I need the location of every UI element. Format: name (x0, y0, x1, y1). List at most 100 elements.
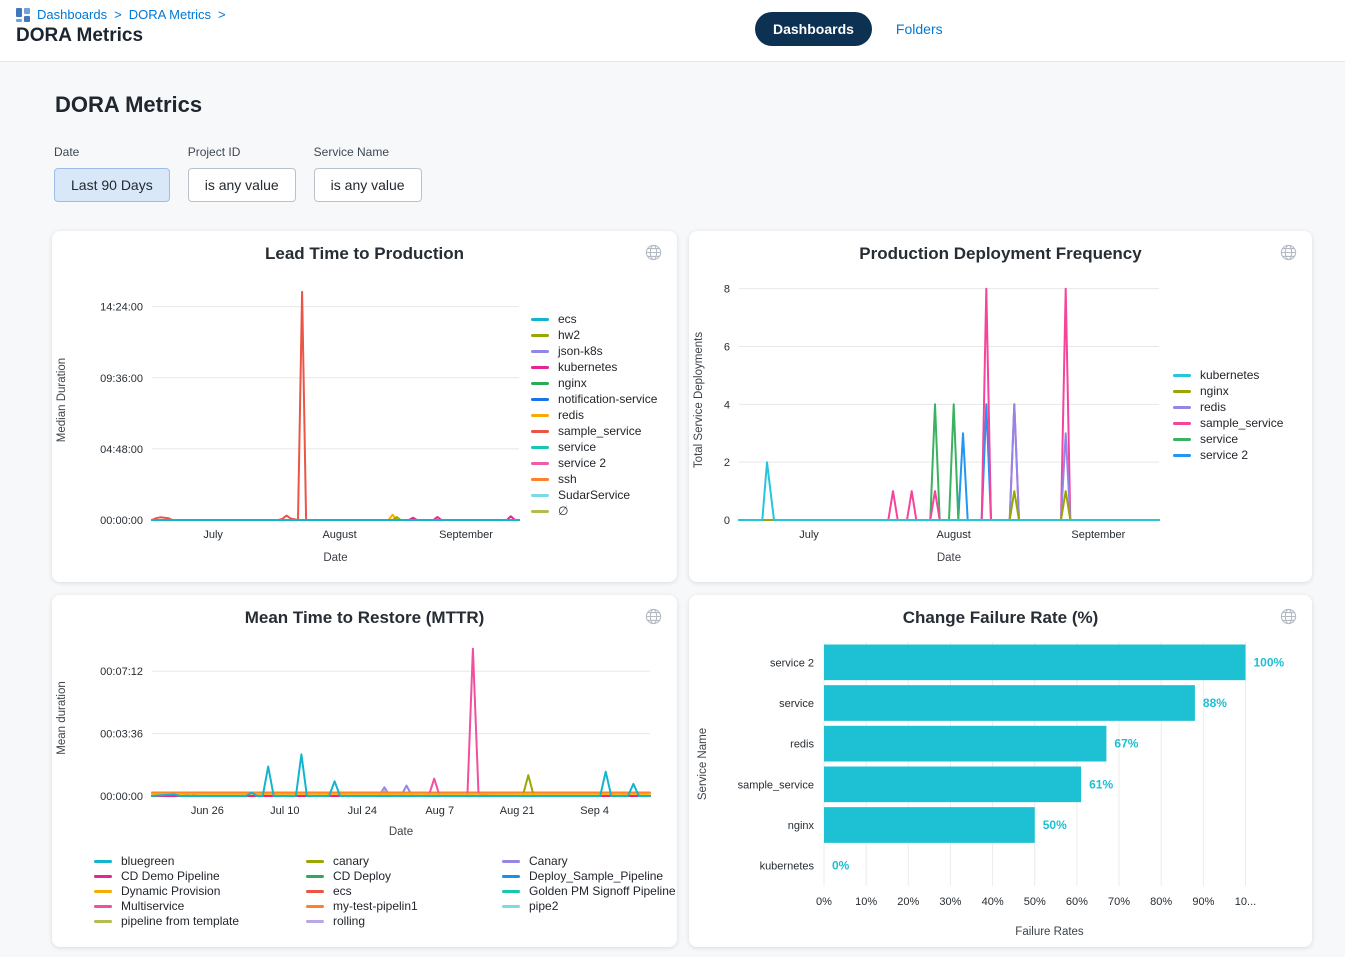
legend-label: redis (1200, 400, 1226, 415)
legend-item-bluegreen[interactable]: bluegreen (94, 854, 306, 869)
tab-folders[interactable]: Folders (896, 21, 943, 37)
change-failure-rate-chart-canvas[interactable]: 0%10%20%30%40%50%60%70%80%90%10...servic… (693, 628, 1293, 940)
legend-item-kubernetes[interactable]: kubernetes (531, 360, 657, 375)
legend-label: hw2 (558, 328, 580, 343)
svg-text:8: 8 (724, 284, 730, 296)
legend-item-deploy-sample-pipeline[interactable]: Deploy_Sample_Pipeline (502, 869, 677, 884)
svg-text:100%: 100% (1253, 655, 1284, 669)
globe-icon (1279, 243, 1298, 262)
breadcrumb-dora-metrics-link[interactable]: DORA Metrics (129, 7, 211, 22)
legend-item-dynamic-provision[interactable]: Dynamic Provision (94, 884, 306, 899)
breadcrumb-separator: > (218, 7, 226, 22)
mttr-chart-canvas[interactable]: 00:00:0000:03:3600:07:12Jun 26Jul 10Jul … (52, 628, 660, 840)
svg-text:Mean duration: Mean duration (56, 681, 68, 755)
svg-text:6: 6 (724, 342, 730, 354)
legend-item-golden-pm-signoff-pipeline[interactable]: Golden PM Signoff Pipeline (502, 884, 677, 899)
legend-item-canary[interactable]: canary (306, 854, 502, 869)
legend-swatch (531, 350, 549, 353)
legend-item--[interactable]: ∅ (531, 504, 657, 519)
tab-dashboards[interactable]: Dashboards (755, 12, 872, 46)
legend-item-ecs[interactable]: ecs (306, 884, 502, 899)
svg-text:10%: 10% (855, 896, 877, 908)
legend-item-pipe2[interactable]: pipe2 (502, 899, 677, 914)
legend-swatch (306, 890, 324, 893)
legend-swatch (306, 875, 324, 878)
legend-item-sample-service[interactable]: sample_service (531, 424, 657, 439)
service-name-filter-chip[interactable]: is any value (314, 168, 422, 202)
svg-text:nginx: nginx (788, 820, 815, 832)
legend-item-hw2[interactable]: hw2 (531, 328, 657, 343)
svg-text:09:36:00: 09:36:00 (100, 373, 143, 385)
legend-item-kubernetes[interactable]: kubernetes (1173, 368, 1283, 383)
legend-item-notification-service[interactable]: notification-service (531, 392, 657, 407)
lead-time-chart-legend: ecshw2json-k8skubernetesnginxnotificatio… (531, 312, 657, 519)
deployment-frequency-chart-legend: kubernetesnginxredissample_serviceservic… (1173, 368, 1283, 463)
legend-item-canary[interactable]: Canary (502, 854, 677, 869)
filter-bar: Date Last 90 Days Project ID is any valu… (54, 145, 1312, 202)
charts-grid: Lead Time to Production 00:00:0004:48:00… (52, 231, 1312, 947)
legend-swatch (94, 890, 112, 893)
svg-text:August: August (937, 529, 971, 541)
legend-label: Canary (529, 854, 568, 869)
svg-text:50%: 50% (1024, 896, 1046, 908)
legend-label: CD Demo Pipeline (121, 869, 220, 884)
legend-label: nginx (558, 376, 587, 391)
legend-swatch (1173, 454, 1191, 457)
svg-text:Jun 26: Jun 26 (191, 805, 224, 817)
legend-item-pipeline-from-template[interactable]: pipeline from template (94, 914, 306, 929)
lead-time-chart-canvas[interactable]: 00:00:0004:48:0009:36:0014:24:00JulyAugu… (52, 264, 527, 566)
legend-item-nginx[interactable]: nginx (1173, 384, 1283, 399)
legend-label: ∅ (558, 504, 568, 519)
deployment-frequency-chart-canvas[interactable]: 02468JulyAugustSeptemberDateTotal Servic… (689, 264, 1169, 566)
legend-item-my-test-pipelin1[interactable]: my-test-pipelin1 (306, 899, 502, 914)
topbar: Dashboards > DORA Metrics > DORA Metrics… (0, 0, 1345, 62)
change-failure-rate-chart-title: Change Failure Rate (%) (689, 608, 1312, 628)
legend-label: ecs (333, 884, 352, 899)
filter-service-name: Service Name is any value (314, 145, 422, 202)
legend-label: CD Deploy (333, 869, 391, 884)
legend-item-ecs[interactable]: ecs (531, 312, 657, 327)
legend-swatch (94, 920, 112, 923)
date-filter-chip[interactable]: Last 90 Days (54, 168, 170, 202)
legend-item-nginx[interactable]: nginx (531, 376, 657, 391)
svg-text:10...: 10... (1235, 896, 1256, 908)
window-title: DORA Metrics (16, 25, 1329, 47)
svg-text:00:00:00: 00:00:00 (100, 515, 143, 527)
svg-text:30%: 30% (939, 896, 961, 908)
legend-item-service-2[interactable]: service 2 (1173, 448, 1283, 463)
svg-text:14:24:00: 14:24:00 (100, 302, 143, 314)
legend-label: rolling (333, 914, 365, 929)
legend-item-cd-demo-pipeline[interactable]: CD Demo Pipeline (94, 869, 306, 884)
legend-label: sample_service (1200, 416, 1283, 431)
legend-swatch (531, 494, 549, 497)
legend-item-redis[interactable]: redis (531, 408, 657, 423)
svg-text:redis: redis (790, 739, 814, 751)
legend-item-sample-service[interactable]: sample_service (1173, 416, 1283, 431)
legend-item-ssh[interactable]: ssh (531, 472, 657, 487)
svg-text:Total Service Deployments: Total Service Deployments (693, 332, 705, 468)
legend-item-json-k8s[interactable]: json-k8s (531, 344, 657, 359)
svg-text:sample_service: sample_service (738, 779, 814, 791)
legend-item-multiservice[interactable]: Multiservice (94, 899, 306, 914)
legend-swatch (306, 905, 324, 908)
legend-item-sudarservice[interactable]: SudarService (531, 488, 657, 503)
breadcrumb-dashboards-link[interactable]: Dashboards (37, 7, 107, 22)
legend-item-service[interactable]: service (1173, 432, 1283, 447)
project-id-filter-chip[interactable]: is any value (188, 168, 296, 202)
legend-label: service (558, 440, 596, 455)
legend-label: sample_service (558, 424, 641, 439)
filter-project-id: Project ID is any value (188, 145, 296, 202)
legend-swatch (502, 905, 520, 908)
legend-item-service[interactable]: service (531, 440, 657, 455)
deployment-frequency-chart-title: Production Deployment Frequency (689, 244, 1312, 264)
svg-text:service: service (779, 698, 814, 710)
legend-item-service-2[interactable]: service 2 (531, 456, 657, 471)
legend-label: service 2 (1200, 448, 1248, 463)
legend-item-cd-deploy[interactable]: CD Deploy (306, 869, 502, 884)
legend-label: pipe2 (529, 899, 558, 914)
svg-text:kubernetes: kubernetes (760, 861, 815, 873)
legend-label: ssh (558, 472, 577, 487)
legend-item-rolling[interactable]: rolling (306, 914, 502, 929)
legend-item-redis[interactable]: redis (1173, 400, 1283, 415)
svg-text:August: August (322, 529, 356, 541)
